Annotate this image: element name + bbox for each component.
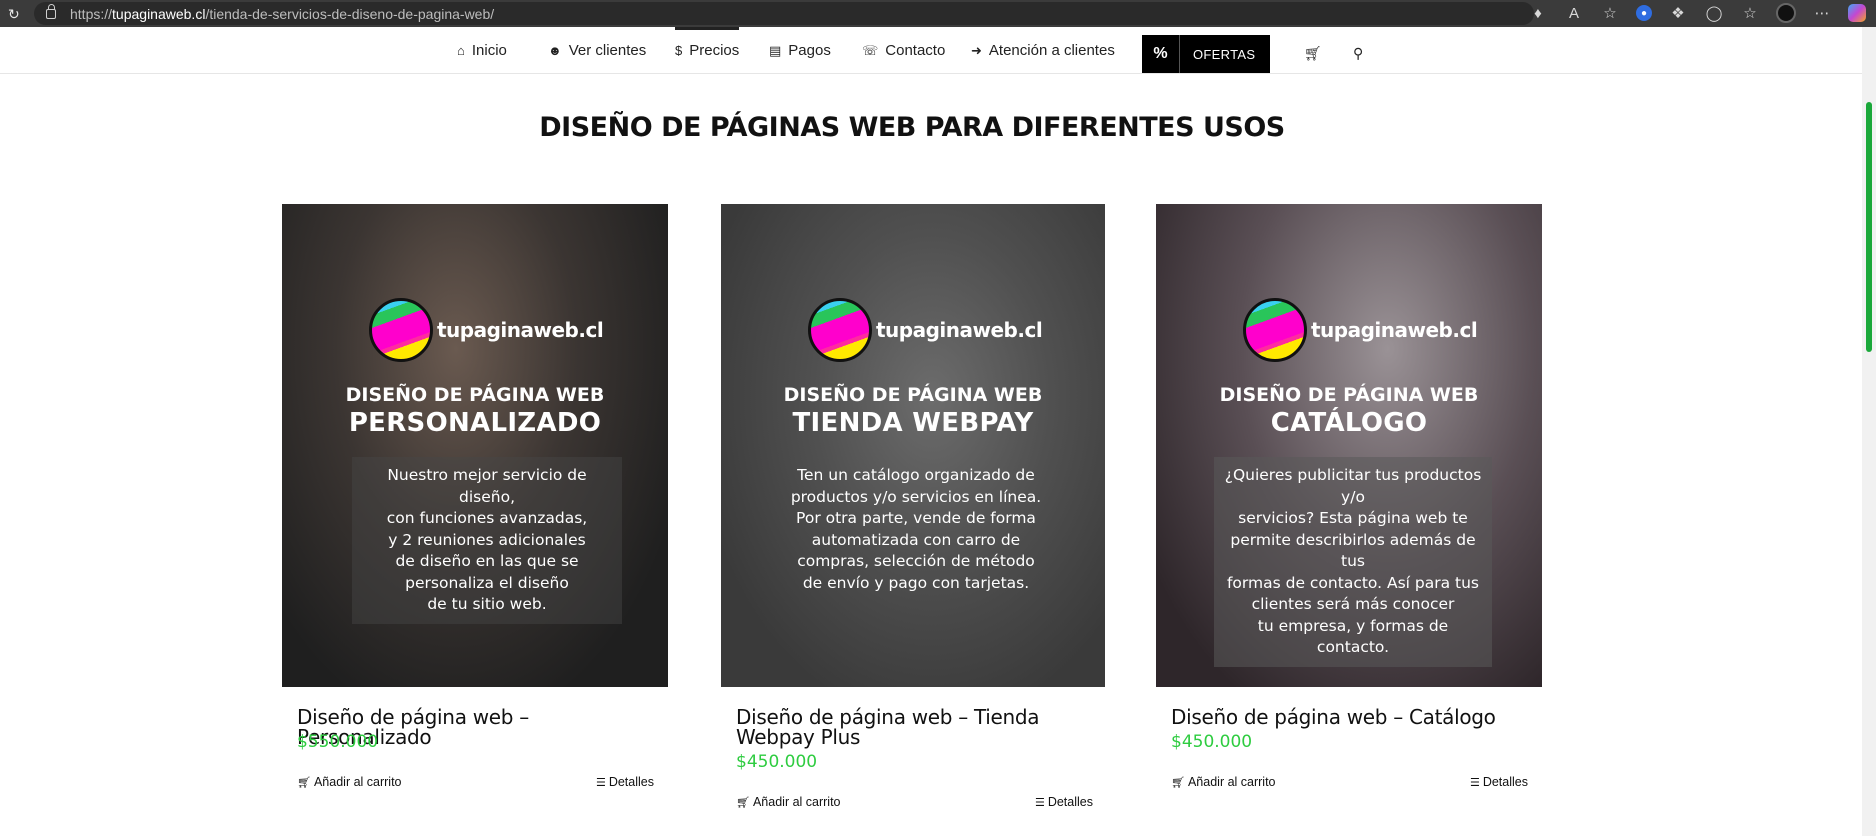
product-actions: 🛒︎ Añadir al carrito ☰ Detalles xyxy=(1171,775,1528,789)
image-headline: TIENDA WEBPAY xyxy=(792,408,1034,438)
product-image[interactable]: tupaginaweb.cl DISEÑO DE PÁGINA WEB CATÁ… xyxy=(1156,204,1542,687)
details-label: Detalles xyxy=(1047,795,1093,809)
details-button[interactable]: ☰ Detalles xyxy=(1470,775,1528,789)
logo-ball-icon xyxy=(1243,298,1307,362)
ofertas-label: OFERTAS xyxy=(1193,46,1256,62)
credit-card-icon: ▤ xyxy=(769,42,782,58)
cart-icon[interactable]: 🛒︎ xyxy=(1304,45,1322,62)
brand-logo: tupaginaweb.cl xyxy=(808,298,1043,362)
nav-item-pagos[interactable]: ▤ Pagos xyxy=(769,27,831,74)
price-tag-icon[interactable]: ♦ xyxy=(1528,3,1548,23)
logo-text: tupaginaweb.cl xyxy=(876,318,1043,342)
brand-logo: tupaginaweb.cl xyxy=(369,298,604,362)
add-to-cart-button[interactable]: 🛒︎ Añadir al carrito xyxy=(297,775,402,789)
image-description: ¿Quieres publicitar tus productos y/o se… xyxy=(1214,457,1492,667)
add-to-cart-button[interactable]: 🛒︎ Añadir al carrito xyxy=(1171,775,1276,789)
product-price: $450.000 xyxy=(736,752,818,772)
nav-item-precios[interactable]: $ Precios xyxy=(675,27,740,74)
extensions-puzzle-icon[interactable]: ❖ xyxy=(1668,3,1688,23)
browser-essentials-icon[interactable]: ◯ xyxy=(1704,3,1724,23)
cart-icon: 🛒︎ xyxy=(297,776,311,789)
page-title: DISEÑO DE PÁGINAS WEB PARA DIFERENTES US… xyxy=(539,112,1285,143)
product-actions: 🛒︎ Añadir al carrito ☰ Detalles xyxy=(736,795,1093,809)
sign-in-icon: ➜ xyxy=(971,42,982,58)
favorite-star-icon[interactable]: ☆ xyxy=(1600,3,1620,23)
percent-icon: % xyxy=(1142,35,1180,73)
details-label: Detalles xyxy=(608,775,654,789)
nav-label: Atención a clientes xyxy=(988,42,1115,59)
page-scrollbar[interactable] xyxy=(1862,27,1876,836)
details-button[interactable]: ☰ Detalles xyxy=(1035,795,1093,809)
list-icon: ☰ xyxy=(1469,776,1480,789)
ofertas-button[interactable]: % OFERTAS xyxy=(1142,35,1270,73)
site-nav: ⌂ Inicio ☻ Ver clientes $ Precios ▤ Pago… xyxy=(0,27,1862,74)
add-to-cart-button[interactable]: 🛒︎ Añadir al carrito xyxy=(736,795,841,809)
nav-label: Ver clientes xyxy=(568,42,647,59)
product-title[interactable]: Diseño de página web – Catálogo xyxy=(1171,707,1531,727)
favorites-icon[interactable]: ☆ xyxy=(1740,3,1760,23)
product-image[interactable]: tupaginaweb.cl DISEÑO DE PÁGINA WEB PERS… xyxy=(282,204,668,687)
product-image[interactable]: tupaginaweb.cl DISEÑO DE PÁGINA WEB TIEN… xyxy=(721,204,1105,687)
logo-ball-icon xyxy=(808,298,872,362)
cart-icon: 🛒︎ xyxy=(736,796,750,809)
nav-label: Pagos xyxy=(788,42,831,59)
browser-toolbar: ↻ https://tupaginaweb.cl/tienda-de-servi… xyxy=(0,0,1876,27)
product-card: tupaginaweb.cl DISEÑO DE PÁGINA WEB PERS… xyxy=(282,204,668,789)
more-menu-icon[interactable]: ⋯ xyxy=(1812,3,1832,23)
image-subtitle: DISEÑO DE PÁGINA WEB xyxy=(1219,384,1479,406)
nav-item-inicio[interactable]: ⌂ Inicio xyxy=(457,27,507,74)
nav-item-ver-clientes[interactable]: ☻ Ver clientes xyxy=(548,27,646,74)
image-description: Ten un catálogo organizado de productos … xyxy=(790,466,1042,592)
nav-item-contacto[interactable]: ☏ Contacto xyxy=(862,27,945,74)
details-button[interactable]: ☰ Detalles xyxy=(596,775,654,789)
add-to-cart-label: Añadir al carrito xyxy=(1187,775,1276,789)
logo-text: tupaginaweb.cl xyxy=(1311,318,1478,342)
image-subtitle: DISEÑO DE PÁGINA WEB xyxy=(345,384,605,406)
add-to-cart-label: Añadir al carrito xyxy=(752,795,841,809)
search-icon[interactable]: ⚲ xyxy=(1353,45,1363,62)
profile-avatar-icon[interactable] xyxy=(1776,3,1796,23)
nav-label: Contacto xyxy=(885,42,946,59)
brand-logo: tupaginaweb.cl xyxy=(1243,298,1478,362)
home-icon: ⌂ xyxy=(457,43,465,58)
refresh-icon[interactable]: ↻ xyxy=(8,7,22,21)
nav-label: Inicio xyxy=(471,42,507,59)
logo-text: tupaginaweb.cl xyxy=(437,318,604,342)
product-price: $550.000 xyxy=(297,732,379,752)
product-actions: 🛒︎ Añadir al carrito ☰ Detalles xyxy=(297,775,654,789)
lock-icon[interactable] xyxy=(46,3,56,19)
nav-label: Precios xyxy=(689,42,740,59)
image-headline: PERSONALIZADO xyxy=(348,408,602,438)
extension-icon[interactable]: ● xyxy=(1636,5,1652,21)
dollar-icon: $ xyxy=(675,43,683,58)
product-title[interactable]: Diseño de página web – Tienda Webpay Plu… xyxy=(736,707,1096,747)
image-description: Nuestro mejor servicio de diseño, con fu… xyxy=(352,457,622,624)
image-subtitle: DISEÑO DE PÁGINA WEB xyxy=(783,384,1043,406)
scrollbar-thumb[interactable] xyxy=(1866,102,1872,352)
list-icon: ☰ xyxy=(1034,796,1045,809)
nav-item-atencion-clientes[interactable]: ➜ Atención a clientes xyxy=(971,27,1115,74)
details-label: Detalles xyxy=(1482,775,1528,789)
product-card: tupaginaweb.cl DISEÑO DE PÁGINA WEB TIEN… xyxy=(721,204,1105,809)
copilot-icon[interactable] xyxy=(1848,4,1866,22)
product-price: $450.000 xyxy=(1171,732,1253,752)
add-to-cart-label: Añadir al carrito xyxy=(313,775,402,789)
list-icon: ☰ xyxy=(595,776,606,789)
smile-icon: ☻ xyxy=(548,43,562,58)
whatsapp-icon: ☏ xyxy=(862,42,879,58)
address-bar[interactable]: https://tupaginaweb.cl/tienda-de-servici… xyxy=(34,2,1534,25)
product-card: tupaginaweb.cl DISEÑO DE PÁGINA WEB CATÁ… xyxy=(1156,204,1542,789)
logo-ball-icon xyxy=(369,298,433,362)
read-aloud-icon[interactable]: A xyxy=(1564,3,1584,23)
url-text[interactable]: https://tupaginaweb.cl/tienda-de-servici… xyxy=(70,6,494,22)
image-headline: CATÁLOGO xyxy=(1270,408,1428,438)
cart-icon: 🛒︎ xyxy=(1171,776,1185,789)
